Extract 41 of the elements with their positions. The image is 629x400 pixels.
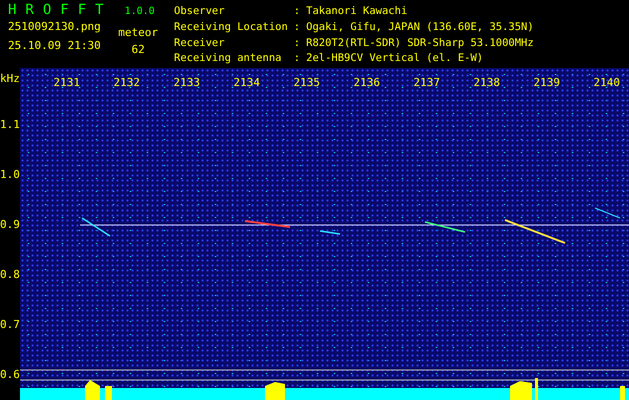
x-tick-label: 2135 xyxy=(292,76,320,89)
app-version: 1.0.0 xyxy=(124,6,155,17)
x-tick-label: 2136 xyxy=(352,76,380,89)
info-separator: : xyxy=(294,20,300,35)
x-tick-label: 2140 xyxy=(592,76,620,89)
x-tick-label: 2139 xyxy=(532,76,560,89)
meteor-trace xyxy=(82,217,110,237)
file-name: 2510092130.png xyxy=(8,20,101,33)
y-tick-label: 0.8 xyxy=(0,267,20,283)
y-tick-label: 1.1 xyxy=(0,117,20,133)
info-label: Receiving Location xyxy=(174,20,288,35)
info-separator: : xyxy=(294,5,300,19)
x-tick-label: 2132 xyxy=(112,76,140,89)
meteor-trace xyxy=(424,221,466,233)
y-tick-label: 0.9 xyxy=(0,217,20,233)
y-tick-label: 1.0 xyxy=(0,167,20,183)
count-label: meteor xyxy=(118,26,158,39)
x-tick-label: 2134 xyxy=(232,76,260,89)
info-value: Ogaki, Gifu, JAPAN (136.60E, 35.35N) xyxy=(306,20,534,35)
info-label: Receiver xyxy=(174,36,226,50)
info-value: 2el-HB9CV Vertical (el. E-W) xyxy=(306,52,484,66)
info-label: Observer xyxy=(174,5,226,19)
meteor-trace xyxy=(594,208,620,218)
y-tick-label: 0.6 xyxy=(0,367,20,383)
app-name: HROFFT xyxy=(8,2,113,18)
y-tick-label: 0.7 xyxy=(0,317,20,333)
x-tick-label: 2138 xyxy=(472,76,500,89)
x-tick-label: 2131 xyxy=(52,76,80,89)
x-tick-label: 2137 xyxy=(412,76,440,89)
axis-unit: kHz xyxy=(0,71,20,87)
meteor-count: 62 xyxy=(132,43,145,56)
info-label: Receiving antenna xyxy=(174,52,282,66)
x-tick-label: 2133 xyxy=(172,76,200,89)
info-value: Takanori Kawachi xyxy=(306,5,408,19)
meteor-trace xyxy=(244,220,290,228)
meteor-trace xyxy=(504,219,566,244)
info-value: R820T2(RTL-SDR) SDR-Sharp 53.1000MHz xyxy=(306,36,534,50)
info-separator: : xyxy=(294,36,300,50)
info-separator: : xyxy=(294,52,300,66)
meteor-trace xyxy=(320,230,340,235)
date-time: 25.10.09 21:30 xyxy=(8,39,101,52)
